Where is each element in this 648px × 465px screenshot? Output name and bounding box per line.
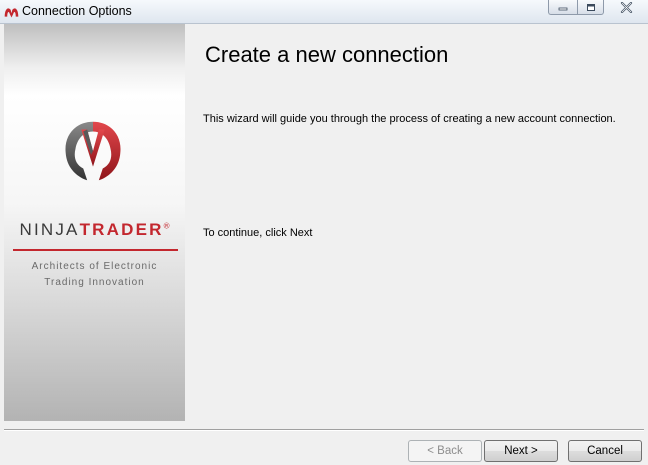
close-button[interactable]: [612, 0, 641, 15]
brand-wordmark-part2: TRADER: [79, 220, 164, 239]
cancel-button[interactable]: Cancel: [568, 440, 642, 462]
tagline-line1: Architects of Electronic: [31, 261, 158, 272]
back-button[interactable]: < Back: [408, 440, 482, 462]
wizard-sidebar: NINJATRADER® Architects of Electronic Tr…: [4, 24, 185, 421]
footer-divider-highlight: [4, 430, 644, 431]
wizard-main-panel: Create a new connection This wizard will…: [185, 24, 648, 421]
title-bar: Connection Options: [0, 0, 648, 24]
maximize-icon: [586, 3, 595, 11]
intro-text: This wizard will guide you through the p…: [203, 113, 616, 125]
continue-hint: To continue, click Next: [203, 227, 313, 239]
ninjatrader-app-icon: [4, 8, 19, 18]
window-title: Connection Options: [22, 4, 132, 18]
next-button[interactable]: Next >: [484, 440, 558, 462]
brand-wordmark: NINJATRADER®: [4, 220, 185, 240]
minimize-icon: [558, 7, 568, 11]
registered-mark: ®: [163, 221, 170, 231]
brand-tagline: Architects of Electronic Trading Innovat…: [4, 259, 185, 291]
brand-wordmark-part1: NINJA: [19, 220, 80, 239]
minimize-button[interactable]: [548, 0, 577, 15]
brand-divider: [13, 249, 178, 251]
tagline-line2: Trading Innovation: [44, 277, 145, 288]
close-icon: [620, 2, 633, 13]
maximize-button[interactable]: [577, 0, 604, 15]
page-title: Create a new connection: [205, 42, 449, 67]
ninjatrader-logo-icon: [65, 121, 121, 181]
